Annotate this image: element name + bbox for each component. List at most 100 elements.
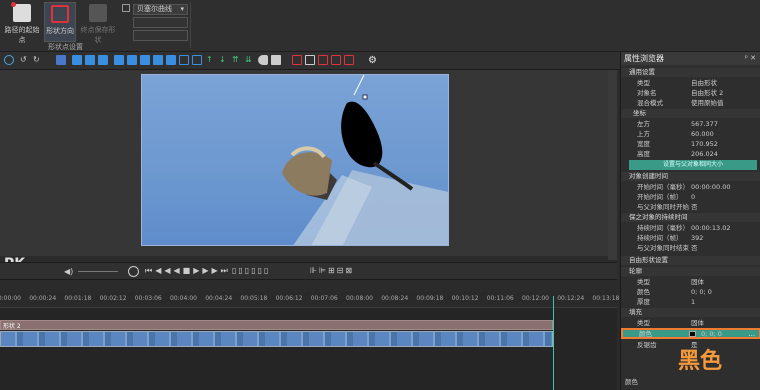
section-header[interactable]: 坐标	[621, 109, 760, 118]
layout-icon-3[interactable]	[318, 55, 328, 65]
footer-label: 颜色	[625, 378, 638, 386]
fill-color-row[interactable]: 颜色 0; 0; 0 …	[621, 328, 760, 339]
section-header[interactable]: 自由形状设置	[621, 256, 760, 265]
layout-icon-5[interactable]	[344, 55, 354, 65]
playback-controls: ◀) ⏮◀◀◀■▶▶▶⏭ ▯▯▯▯▯▯ ⊪⊫⊞⊟⊠	[0, 262, 617, 280]
property-row[interactable]: 对象名 自由形状 2	[621, 89, 760, 98]
video-canvas[interactable]	[141, 74, 449, 246]
option-field-2[interactable]	[133, 30, 188, 41]
property-value: 567.377	[691, 120, 718, 128]
property-row[interactable]: 混合模式 使用原始值	[621, 99, 760, 108]
property-key: 开始时间（毫秒）	[637, 183, 689, 191]
bring-front-icon[interactable]: ⇈	[232, 55, 242, 65]
clock-icon[interactable]	[128, 266, 139, 277]
move-up-icon[interactable]: ↑	[206, 55, 216, 65]
distribute-icon[interactable]	[153, 55, 163, 65]
section-header[interactable]: 保之对象的持续时间	[621, 213, 760, 222]
property-row[interactable]: 与父对象同时结束否	[621, 244, 760, 253]
marker-buttons[interactable]: ▯▯▯▯▯▯	[232, 266, 270, 275]
property-value: 固体	[691, 278, 704, 286]
same-size-button[interactable]: 设置与父对象相同大小	[629, 160, 757, 170]
redo-icon[interactable]: ↻	[33, 55, 43, 65]
property-key: 左方	[637, 120, 650, 128]
volume-slider[interactable]	[78, 271, 118, 272]
property-value: 00:00:13.02	[691, 224, 731, 232]
section-header[interactable]: 对象创建时间	[621, 172, 760, 181]
option-field-1[interactable]	[133, 17, 188, 28]
section-header[interactable]: 轮廓	[621, 267, 760, 276]
path-start-point-button[interactable]: 路径的起始点	[2, 2, 42, 44]
video-clip[interactable]	[0, 331, 553, 347]
property-value: 自由形状 2	[691, 89, 724, 97]
shape-clip[interactable]: 形状 2	[0, 320, 553, 330]
property-row[interactable]: 颜色 0; 0; 0	[621, 288, 760, 297]
align-icon[interactable]	[56, 55, 66, 65]
layout-icon-2[interactable]	[305, 55, 315, 65]
property-key: 颜色	[639, 330, 652, 338]
property-value: 固体	[691, 319, 704, 327]
property-key: 开始时间（帧）	[637, 193, 683, 201]
align-right-icon[interactable]	[98, 55, 108, 65]
property-row[interactable]: 开始时间（毫秒） 00:00:00.00	[621, 183, 760, 192]
layout-icon-4[interactable]	[331, 55, 341, 65]
undo-icon[interactable]: ↺	[20, 55, 30, 65]
property-row[interactable]: 类型 自由形状	[621, 79, 760, 88]
align-center-icon[interactable]	[85, 55, 95, 65]
property-key: 宽度	[637, 140, 650, 148]
fill-type-row[interactable]: 类型 固体	[621, 319, 760, 328]
center-icon[interactable]	[166, 55, 176, 65]
volume-icon[interactable]: ◀)	[64, 267, 73, 276]
align-left-icon[interactable]	[72, 55, 82, 65]
property-row[interactable]: 厚度 1	[621, 298, 760, 307]
bezier-icon	[122, 4, 130, 12]
send-back-icon[interactable]: ⇊	[245, 55, 255, 65]
curve-type-value: 贝塞尔曲线	[137, 5, 172, 13]
fit-icon[interactable]	[179, 55, 189, 65]
property-row[interactable]: 类型 固体	[621, 278, 760, 287]
playhead[interactable]	[553, 296, 554, 390]
property-row[interactable]: 上方 60.000	[621, 130, 760, 139]
move-down-icon[interactable]: ↓	[219, 55, 229, 65]
property-value: 自由形状	[691, 79, 717, 87]
ruler-tick: 00:00:24	[29, 295, 57, 302]
transport-buttons[interactable]: ⏮◀◀◀■▶▶▶⏭	[145, 266, 231, 276]
save-shape-button[interactable]: 终点保存形状	[78, 2, 118, 44]
shape-direction-button[interactable]: 形状方向	[44, 2, 76, 42]
property-row[interactable]: 持续时间（毫秒） 00:00:13.02	[621, 224, 760, 233]
property-value: 使用原始值	[691, 99, 724, 107]
align-bottom-icon[interactable]	[140, 55, 150, 65]
ellipsis-icon[interactable]: …	[749, 330, 756, 339]
property-row[interactable]: 开始时间（帧） 0	[621, 193, 760, 202]
timeline-ruler[interactable]: 00:00:00 00:00:24 00:01:18 00:02:12 00:03:06…	[0, 292, 655, 308]
property-row[interactable]: 左方 567.377	[621, 120, 760, 129]
property-value: 00:00:00.00	[691, 183, 731, 191]
color-swatch[interactable]	[689, 331, 696, 337]
property-value: 1	[691, 298, 696, 306]
section-header[interactable]: 填充	[621, 308, 760, 317]
ruler-tick: 00:05:18	[240, 295, 268, 302]
property-key: 反锯齿	[637, 341, 657, 349]
property-row[interactable]: 与父对象同时开始否	[621, 203, 760, 212]
ruler-tick: 00:10:12	[451, 295, 479, 302]
pin-close-icon[interactable]: ᵖ ✕	[745, 54, 756, 62]
gear-icon[interactable]: ⚙	[368, 55, 378, 66]
ruler-tick: 00:08:24	[381, 295, 409, 302]
property-row[interactable]: 高度 206.024	[621, 150, 760, 159]
property-key: 类型	[637, 319, 650, 327]
stretch-icon[interactable]	[192, 55, 202, 65]
align-middle-icon[interactable]	[127, 55, 137, 65]
group-icon[interactable]	[271, 55, 281, 65]
section-header[interactable]: 通用设置	[621, 68, 760, 77]
tool-buttons[interactable]: ⊪⊫⊞⊟⊠	[310, 266, 354, 275]
ruler-tick: 00:04:24	[205, 295, 233, 302]
ruler-tick: 00:08:00	[346, 295, 373, 302]
property-row[interactable]: 宽度 170.952	[621, 140, 760, 149]
preview-scrollbar[interactable]	[608, 70, 617, 260]
select-icon[interactable]	[4, 55, 14, 65]
property-row[interactable]: 持续时间（帧） 392	[621, 234, 760, 243]
curve-type-select[interactable]: 贝塞尔曲线 ▾	[133, 4, 188, 15]
shape-icon[interactable]	[258, 55, 268, 65]
align-top-icon[interactable]	[114, 55, 124, 65]
layout-icon-1[interactable]	[292, 55, 302, 65]
property-value: 0; 0; 0	[701, 330, 722, 338]
